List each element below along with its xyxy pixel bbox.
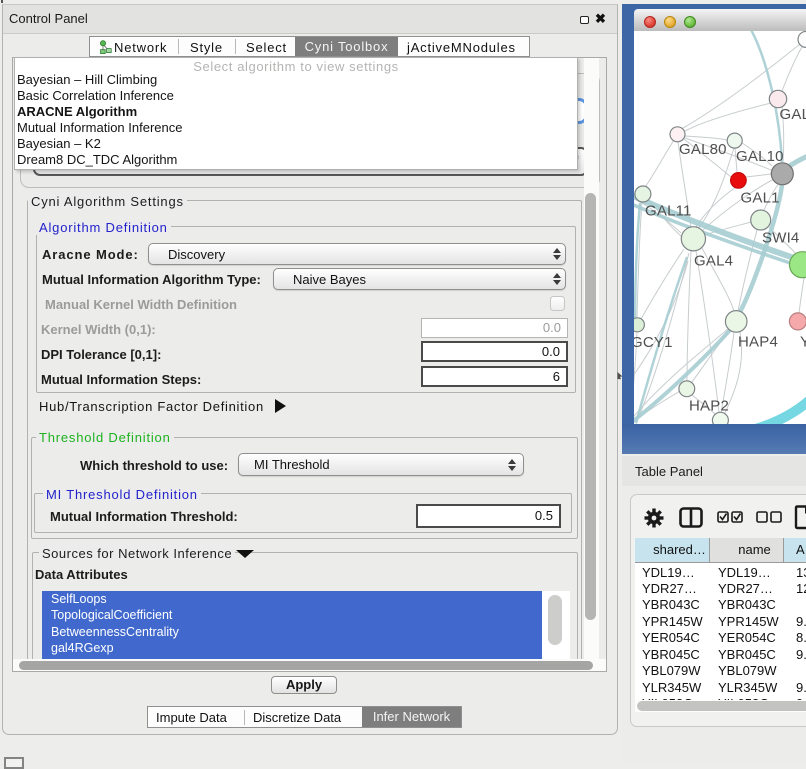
svg-text:GAL1: GAL1 [741, 190, 780, 207]
svg-text:HAP2: HAP2 [689, 398, 729, 415]
svg-text:GCY1: GCY1 [634, 334, 673, 351]
svg-text:GAL80: GAL80 [679, 141, 727, 158]
svg-text:GAL11: GAL11 [645, 203, 692, 220]
svg-text:GAL4: GAL4 [694, 253, 733, 270]
svg-text:HAP4: HAP4 [738, 334, 778, 351]
svg-text:GAL10: GAL10 [736, 148, 784, 165]
svg-text:GAL7: GAL7 [780, 106, 806, 123]
svg-text:Y: Y [800, 334, 806, 351]
svg-text:SWI4: SWI4 [762, 230, 799, 247]
